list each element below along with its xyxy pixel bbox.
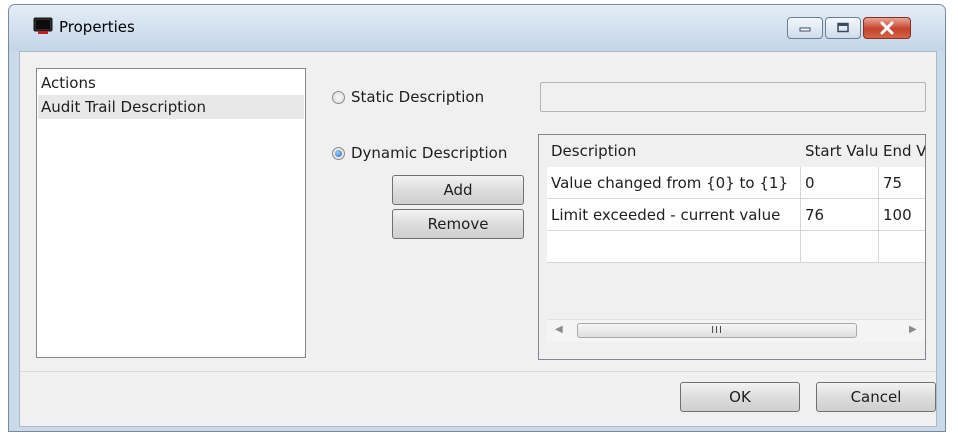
nav-item-label: Actions: [41, 74, 96, 92]
title-bar[interactable]: Properties: [9, 5, 945, 51]
table-row[interactable]: Limit exceeded - current value 76 100: [547, 199, 925, 231]
table-cell[interactable]: 100: [879, 199, 925, 231]
dynamic-description-label: Dynamic Description: [351, 144, 508, 162]
column-header-start-value[interactable]: Start Valu: [801, 135, 879, 167]
minimize-button[interactable]: [787, 17, 823, 39]
grid-header-row: Description Start Valu End V: [547, 135, 925, 167]
monitor-icon: [33, 17, 53, 34]
maximize-button[interactable]: [825, 17, 861, 39]
table-cell[interactable]: Limit exceeded - current value: [547, 199, 801, 231]
close-button[interactable]: [863, 17, 911, 39]
close-icon: [880, 21, 894, 35]
column-header-end-value[interactable]: End V: [879, 135, 925, 167]
column-header-description[interactable]: Description: [547, 135, 801, 167]
dynamic-description-radio[interactable]: [332, 146, 345, 160]
table-cell[interactable]: 76: [801, 199, 879, 231]
table-cell[interactable]: 0: [801, 167, 879, 199]
scroll-right-icon[interactable]: ▶: [909, 324, 917, 335]
nav-item-actions[interactable]: Actions: [38, 71, 304, 95]
table-row[interactable]: Value changed from {0} to {1} 0 75: [547, 167, 925, 199]
table-cell[interactable]: [879, 231, 925, 263]
table-cell[interactable]: 75: [879, 167, 925, 199]
window-title: Properties: [59, 18, 135, 36]
table-cell[interactable]: Value changed from {0} to {1}: [547, 167, 801, 199]
remove-button[interactable]: Remove: [392, 209, 524, 239]
properties-window: Properties Actions Audit Trail Descripti…: [8, 4, 946, 432]
ok-button[interactable]: OK: [680, 382, 800, 412]
add-button[interactable]: Add: [392, 175, 524, 205]
minimize-icon: [799, 27, 811, 32]
dialog-body: Actions Audit Trail Description Static D…: [19, 51, 937, 371]
nav-item-label: Audit Trail Description: [41, 98, 206, 116]
static-description-radio[interactable]: [332, 90, 345, 104]
dynamic-description-option[interactable]: Dynamic Description: [332, 144, 507, 162]
description-grid[interactable]: Description Start Valu End V Value chang…: [538, 134, 926, 360]
scroll-left-icon[interactable]: ◀: [555, 324, 563, 335]
static-description-option[interactable]: Static Description: [332, 88, 484, 106]
horizontal-scrollbar[interactable]: ◀ III ▶: [547, 319, 925, 342]
properties-nav-list[interactable]: Actions Audit Trail Description: [36, 68, 306, 358]
table-cell[interactable]: [547, 231, 801, 263]
dialog-footer: OK Cancel: [19, 371, 937, 427]
nav-item-audit-trail-description[interactable]: Audit Trail Description: [38, 95, 304, 119]
cancel-button[interactable]: Cancel: [816, 382, 936, 412]
scroll-thumb[interactable]: III: [577, 323, 857, 338]
maximize-icon: [837, 22, 849, 33]
static-description-label: Static Description: [351, 88, 485, 106]
grip-icon: III: [711, 325, 723, 336]
table-cell[interactable]: [801, 231, 879, 263]
table-row-new[interactable]: [547, 231, 925, 263]
static-description-field[interactable]: [540, 82, 926, 112]
